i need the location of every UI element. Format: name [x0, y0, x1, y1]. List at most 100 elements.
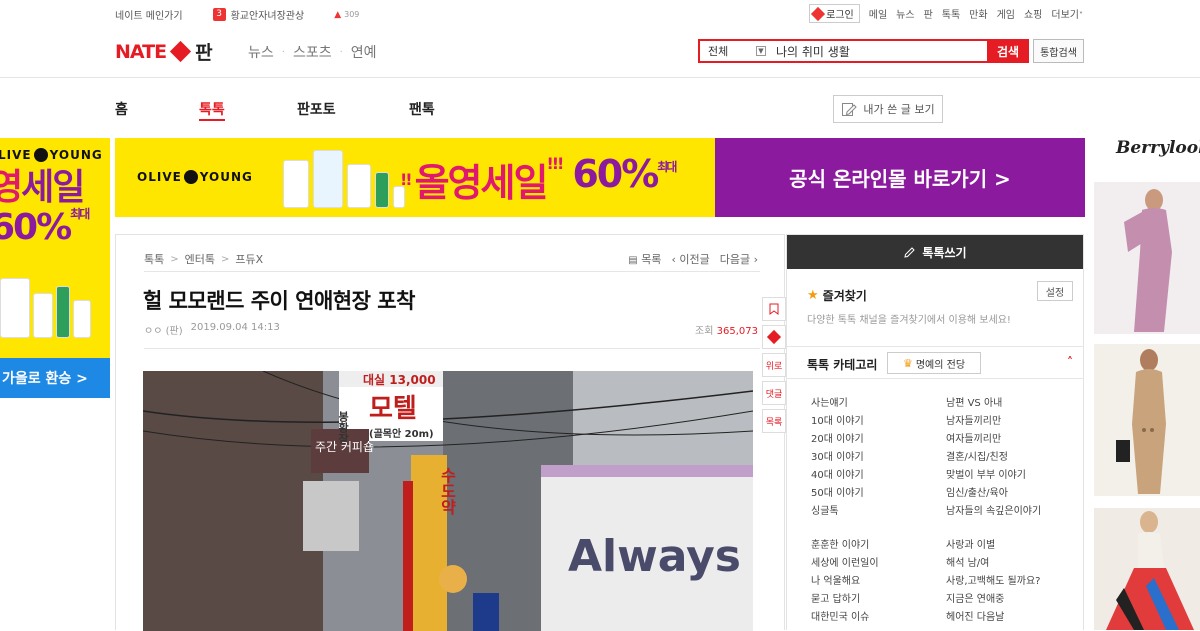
rank-number-badge: 3: [212, 8, 226, 21]
photo-banner-text: Always: [568, 531, 741, 582]
service-link-comic[interactable]: 만화: [969, 6, 987, 21]
views-value: 365,073: [716, 326, 758, 337]
category-item[interactable]: 여자들끼리만: [946, 431, 1081, 449]
category-item[interactable]: 싱글톡: [811, 503, 946, 521]
category-item[interactable]: 남자들끼리만: [946, 413, 1081, 431]
category-item[interactable]: 40대 이야기: [811, 467, 946, 485]
search-input[interactable]: [770, 41, 987, 61]
category-item[interactable]: 사랑과 이별: [946, 537, 1081, 555]
category-item[interactable]: 20대 이야기: [811, 431, 946, 449]
author-name[interactable]: ㅇㅇ (판): [144, 322, 183, 337]
category-item[interactable]: 훈훈한 이야기: [811, 537, 946, 555]
category-item[interactable]: 사는얘기: [811, 395, 946, 413]
banner-sale-title: 올영세일: [414, 161, 549, 205]
nav-sports[interactable]: 스포츠: [293, 42, 332, 62]
berrylook-logo: Berrylook: [1116, 138, 1200, 158]
up-arrow-icon: ▲: [334, 9, 342, 20]
list-button[interactable]: ▤ 목록: [628, 251, 661, 267]
category-item[interactable]: 결혼/시집/친정: [946, 449, 1081, 467]
category-item[interactable]: 사랑,고백해도 될까요?: [946, 573, 1081, 591]
category-item[interactable]: 남편 VS 아내: [946, 395, 1081, 413]
star-icon: ★: [807, 288, 819, 303]
left-olive-young-ad[interactable]: LIVE YOUNG 영세일 60%최대 가을로 환승 >: [0, 138, 110, 398]
category-item[interactable]: 나 억울해요: [811, 573, 946, 591]
next-post-button[interactable]: 다음글 ›: [720, 251, 758, 267]
category-item[interactable]: 남자들의 속깊은이야기: [946, 503, 1081, 521]
breadcrumb-produceX[interactable]: 프듀X: [235, 251, 263, 267]
service-link-news[interactable]: 뉴스: [896, 6, 914, 21]
service-link-game[interactable]: 게임: [997, 6, 1015, 21]
write-talk-button[interactable]: 톡톡쓰기: [787, 235, 1083, 269]
breadcrumb-entertalk[interactable]: 엔터톡: [185, 251, 215, 267]
tab-panphoto[interactable]: 판포토: [297, 99, 336, 119]
nav-separator: ·: [339, 46, 343, 58]
tab-fantalk[interactable]: 팬톡: [409, 99, 435, 119]
right-berrylook-ad[interactable]: Berrylook: [1088, 138, 1200, 630]
banner-percent: 60%: [572, 152, 659, 196]
category-item[interactable]: 묻고 답하기: [811, 591, 946, 609]
olive-young-banner[interactable]: OLIVE YOUNG !! 올영세일 !!! 60% 최대 공식 온라인몰 바로…: [115, 138, 1085, 217]
tab-talk[interactable]: 톡톡: [199, 99, 225, 121]
chevron-right-icon: >: [221, 253, 230, 265]
category-item[interactable]: 30대 이야기: [811, 449, 946, 467]
category-item[interactable]: 맞벌이 부부 이야기: [946, 467, 1081, 485]
service-link-pan[interactable]: 판: [924, 6, 933, 21]
my-posts-label: 내가 쓴 글 보기: [863, 103, 935, 116]
chevron-right-icon: >: [170, 253, 179, 265]
total-search-button[interactable]: 통합검색: [1033, 39, 1084, 63]
category-item[interactable]: 임신/출산/육아: [946, 485, 1081, 503]
favorites-settings-button[interactable]: 설정: [1037, 281, 1073, 301]
left-ad-sale-text: 영세일 60%최대: [0, 167, 90, 247]
category-item[interactable]: 지금은 연애중: [946, 591, 1081, 609]
rank-change: ▲ 309: [334, 10, 359, 20]
realtime-rank[interactable]: 3 황교안자녀장관상: [212, 7, 305, 22]
author-nick: ㅇㅇ: [144, 326, 163, 337]
service-link-talk[interactable]: 톡톡: [942, 6, 960, 21]
category-item[interactable]: 대한민국 이슈: [811, 609, 946, 627]
site-header: NATE 판 뉴스 · 스포츠 · 연예 전체 ▼ 검색 통합검색: [0, 28, 1200, 78]
olive-o-icon: [33, 148, 48, 162]
category-header: 톡톡 카테고리 ♛ 명예의 전당 ˄: [787, 347, 1083, 379]
service-link-mail[interactable]: 메일: [869, 6, 887, 21]
nav-news[interactable]: 뉴스: [248, 42, 274, 62]
breadcrumb-talk[interactable]: 톡톡: [144, 251, 164, 267]
category-item[interactable]: 해석 남/여: [946, 555, 1081, 573]
comment-button[interactable]: 댓글: [762, 381, 786, 405]
ad-product-dress-pink[interactable]: [1094, 182, 1200, 334]
list-side-button[interactable]: 목록: [762, 409, 786, 433]
search-scope-select[interactable]: 전체 ▼: [700, 41, 770, 61]
cheer-button[interactable]: 위로: [762, 353, 786, 377]
category-item[interactable]: 50대 이야기: [811, 485, 946, 503]
nate-share-button[interactable]: [762, 325, 786, 349]
nate-pan-logo[interactable]: NATE 판: [115, 38, 213, 65]
search-button[interactable]: 검색: [987, 39, 1029, 63]
category-item[interactable]: 세상에 이런일이: [811, 555, 946, 573]
nav-entertainment[interactable]: 연예: [351, 42, 377, 62]
left-ad-cta[interactable]: 가을로 환승 >: [0, 358, 110, 398]
banner-max-label: 최대: [657, 160, 677, 174]
left-ad-line1b: 세일: [21, 167, 85, 208]
my-posts-button[interactable]: 내가 쓴 글 보기: [833, 95, 943, 123]
banner-yellow-panel: OLIVE YOUNG !! 올영세일 !!! 60% 최대: [115, 138, 715, 217]
photo-sign-vertical: 수도약: [438, 467, 457, 516]
ad-product-dress-pattern[interactable]: [1094, 508, 1200, 630]
service-link-shopping[interactable]: 쇼핑: [1024, 6, 1042, 21]
author-tag: (판): [165, 326, 183, 337]
view-count: 조회 365,073: [695, 322, 758, 337]
more-services-button[interactable]: 더보기˅: [1051, 6, 1083, 21]
category-item[interactable]: 헤어진 다음날: [946, 609, 1081, 627]
banner-cta[interactable]: 공식 온라인몰 바로가기 >: [715, 138, 1085, 217]
favorites-section: ★ 즐겨찾기 설정 다양한 톡톡 채널을 즐겨찾기에서 이용해 보세요!: [787, 269, 1083, 347]
login-button[interactable]: 로그인: [809, 4, 860, 23]
logo-nate-text: NATE: [115, 40, 167, 63]
prev-post-button[interactable]: ‹ 이전글: [671, 251, 709, 267]
bookmark-icon: [769, 303, 779, 315]
bookmark-button[interactable]: [762, 297, 786, 321]
rank-keyword[interactable]: 황교안자녀장관상: [231, 7, 305, 22]
hall-of-fame-button[interactable]: ♛ 명예의 전당: [887, 352, 981, 374]
category-item[interactable]: 10대 이야기: [811, 413, 946, 431]
tab-home[interactable]: 홈: [115, 99, 128, 119]
collapse-chevron-up-icon[interactable]: ˄: [1067, 355, 1073, 369]
ad-product-dress-beige[interactable]: [1094, 344, 1200, 496]
nate-main-link[interactable]: 네이트 메인가기: [115, 7, 183, 22]
